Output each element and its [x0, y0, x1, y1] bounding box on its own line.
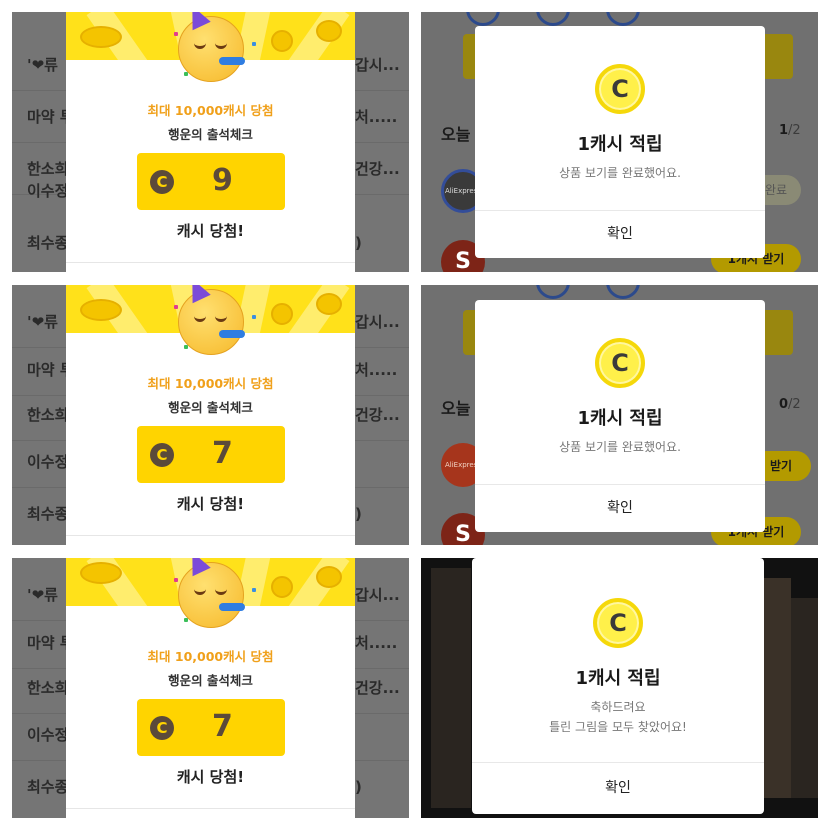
attendance-popup: 최대 10,000캐시 당첨 행운의 출석체크 C 9 캐시 당첨! [66, 12, 355, 272]
cash-coin-icon: C [593, 598, 643, 648]
cash-amount: 7 [212, 709, 233, 744]
reward-modal: C 1캐시 적립 상품 보기를 완료했어요. 확인 [475, 300, 765, 532]
ring-icon [466, 12, 500, 26]
cash-result-text: 캐시 당첨! [176, 495, 245, 513]
section-title: 오늘 [441, 399, 471, 418]
reward-screen-1: 오늘 1/2 AliExpress 완료 S 1캐시 받기 C 1캐시 적립 상… [421, 12, 818, 272]
max-cash-headline: 최대 10,000캐시 당첨 [147, 376, 274, 391]
reward-modal: C 1캐시 적립 축하드려요 틀린 그림을 모두 찾았어요! 확인 [472, 558, 764, 814]
reward-title: 1캐시 적립 [577, 408, 663, 429]
attendance-subtitle: 행운의 출석체크 [168, 400, 253, 415]
ring-icon [606, 12, 640, 26]
cash-amount-box: C 7 [137, 699, 285, 756]
attendance-screen-3: '❤류 갑시... 마약 투 처..... 한소희 건강... 이수정 최수종) 최대… [12, 558, 409, 818]
confirm-button[interactable]: 확인 [475, 484, 765, 532]
max-cash-headline: 최대 10,000캐시 당첨 [147, 649, 274, 664]
divider [66, 262, 355, 263]
ring-icon [536, 285, 570, 299]
reward-message: 상품 보기를 완료했어요. [559, 440, 681, 454]
divider [66, 535, 355, 536]
attendance-popup: 최대 10,000캐시 당첨 행운의 출석체크 C 7 캐시 당첨! [66, 285, 355, 545]
progress-count: 0/2 [779, 397, 801, 412]
reward-modal: C 1캐시 적립 상품 보기를 완료했어요. 확인 [475, 26, 765, 258]
reward-message: 상품 보기를 완료했어요. [559, 166, 681, 180]
cash-amount: 7 [212, 436, 233, 471]
cash-coin-icon: C [595, 64, 645, 114]
cash-result-text: 캐시 당첨! [176, 222, 245, 240]
attendance-screen-1: '❤류 갑시... 마약 투 처..... 한소희 건강... 이수정 최수종) 최대… [12, 12, 409, 272]
attendance-popup: 최대 10,000캐시 당첨 행운의 출석체크 C 7 캐시 당첨! [66, 558, 355, 818]
ring-icon [536, 12, 570, 26]
ring-icon [606, 285, 640, 299]
section-title: 오늘 [441, 125, 471, 144]
cash-coin-icon: C [150, 716, 174, 740]
cash-coin-icon: C [150, 170, 174, 194]
reward-title: 1캐시 적립 [575, 668, 661, 689]
attendance-subtitle: 행운의 출석체크 [168, 127, 253, 142]
reward-message-line2: 틀린 그림을 모두 찾았어요! [549, 720, 687, 734]
cash-amount-box: C 9 [137, 153, 285, 210]
cash-coin-icon: C [595, 338, 645, 388]
reward-screen-3: C 1캐시 적립 축하드려요 틀린 그림을 모두 찾았어요! 확인 [421, 558, 818, 818]
reward-screen-2: 오늘 0/2 AliExpress 받기 S 1캐시 받기 C 1캐시 적립 상… [421, 285, 818, 545]
attendance-screen-2: '❤류 갑시... 마약 투 처..... 한소희 건강... 이수정 최수종) 최대… [12, 285, 409, 545]
cash-amount: 9 [212, 163, 233, 198]
divider [66, 808, 355, 809]
reward-title: 1캐시 적립 [577, 134, 663, 155]
max-cash-headline: 최대 10,000캐시 당첨 [147, 103, 274, 118]
cash-coin-icon: C [150, 443, 174, 467]
confirm-button[interactable]: 확인 [472, 762, 764, 814]
cash-result-text: 캐시 당첨! [176, 768, 245, 786]
confirm-button[interactable]: 확인 [475, 210, 765, 258]
progress-count: 1/2 [779, 123, 801, 138]
cash-amount-box: C 7 [137, 426, 285, 483]
reward-message: 축하드려요 [590, 700, 646, 714]
attendance-subtitle: 행운의 출석체크 [168, 673, 253, 688]
